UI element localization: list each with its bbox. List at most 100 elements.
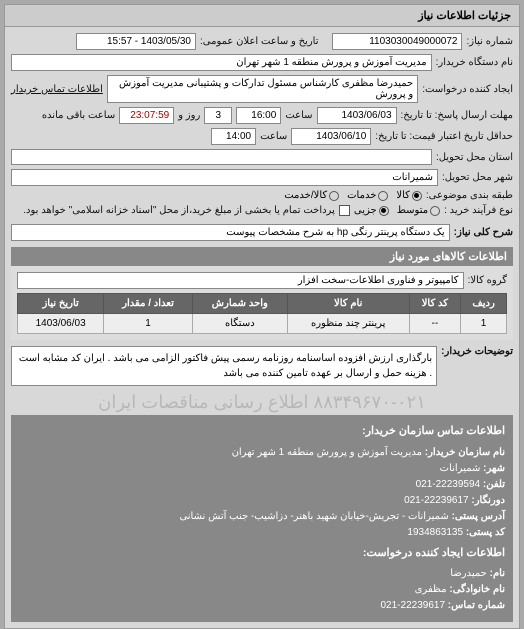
th-code: کد کالا	[409, 294, 461, 314]
table-row[interactable]: 1 -- پرینتر چند منظوره دستگاه 1 1403/06/…	[18, 314, 507, 334]
watermark: ۸۸۳۴۹۶۷۰-۰۲۱ اطلاع رسانی مناقصات ایران	[11, 390, 513, 415]
th-unit: واحد شمارش	[192, 294, 287, 314]
row-validity: حداقل تاریخ اعتبار قیمت: تا تاریخ: 1403/…	[11, 128, 513, 145]
desc-field[interactable]: یک دستگاه پرینتر رنگی hp به شرح مشخصات پ…	[11, 224, 450, 241]
tel-label: تلفن:	[483, 479, 505, 490]
purchase-type-radios: متوسط جزیی	[354, 205, 440, 216]
row-reqno: شماره نیاز: 1103030049000072 تاریخ و ساع…	[11, 33, 513, 50]
panel-title: جزئیات اطلاعات نیاز	[5, 5, 519, 27]
tel-value: 22239594-021	[416, 479, 481, 490]
purchase-note: پرداخت تمام یا بخشی از مبلغ خرید،از محل …	[11, 205, 335, 216]
row-deadline: مهلت ارسال پاسخ: تا تاریخ: 1403/06/03 سا…	[11, 107, 513, 124]
row-group: گروه کالا: کامپیوتر و فناوری اطلاعات-سخت…	[17, 272, 507, 289]
row-notes: توضیحات خریدار: بارگذاری ارزش افزوده اسا…	[11, 346, 513, 386]
purchase-checkbox[interactable]	[339, 205, 350, 216]
row-purchase-type: نوع فرآیند خرید : متوسط جزیی پرداخت تمام…	[11, 205, 513, 216]
radio-goods-services[interactable]: کالا/خدمت	[284, 190, 339, 201]
cell-unit: دستگاه	[192, 314, 287, 334]
packaging-label: طبقه بندی موضوعی:	[426, 190, 513, 201]
province-label: استان محل تحویل:	[436, 152, 513, 163]
notes-field[interactable]: بارگذاری ارزش افزوده اساسنامه روزنامه رس…	[11, 346, 437, 386]
validity-label: حداقل تاریخ اعتبار قیمت: تا تاریخ:	[375, 131, 513, 142]
contact-line-name: نام: حمیدرضا	[19, 566, 505, 582]
contact-heading: اطلاعات تماس سازمان خریدار:	[19, 423, 505, 441]
days-field[interactable]: 3	[204, 107, 232, 124]
contact-line-city: شهر: شمیرانات	[19, 461, 505, 477]
th-name: نام کالا	[287, 294, 409, 314]
deadline-time-field[interactable]: 16:00	[236, 107, 281, 124]
radio-partial-label: جزیی	[354, 205, 377, 216]
validity-date-field[interactable]: 1403/06/10	[291, 128, 371, 145]
name-label: نام:	[490, 568, 505, 579]
contact-line-contact-tel: شماره تماس: 22239617-021	[19, 598, 505, 614]
addr-value: شمیرانات - تجریش-خیابان شهید باهنر- دزاش…	[179, 511, 448, 522]
family-label: نام خانوادگی:	[449, 584, 505, 595]
th-row: ردیف	[461, 294, 507, 314]
contact-city-value: شمیرانات	[440, 463, 481, 474]
row-city: شهر محل تحویل: شمیرانات	[11, 169, 513, 186]
th-date: تاریخ نیاز	[18, 294, 104, 314]
city-label: شهر محل تحویل:	[442, 172, 513, 183]
remain-time-field: 23:07:59	[119, 107, 174, 124]
radio-dot-icon	[412, 191, 422, 201]
reqno-field[interactable]: 1103030049000072	[332, 33, 462, 50]
radio-medium[interactable]: متوسط	[397, 205, 440, 216]
creator-field[interactable]: حمیدرضا مظفری کارشناس مسئول تدارکات و پش…	[107, 75, 418, 103]
radio-goods-label: کالا	[396, 190, 410, 201]
announce-field[interactable]: 1403/05/30 - 15:57	[76, 33, 196, 50]
cell-qty: 1	[104, 314, 193, 334]
addr-label: آدرس پستی:	[452, 511, 505, 522]
contact-tel-value: 22239617-021	[380, 600, 445, 611]
validity-time-field[interactable]: 14:00	[211, 128, 256, 145]
name-value: حمیدرضا	[450, 568, 487, 579]
group-field[interactable]: کامپیوتر و فناوری اطلاعات-سخت افزار	[17, 272, 464, 289]
th-qty: تعداد / مقدار	[104, 294, 193, 314]
contact-line-family: نام خانوادگی: مظفری	[19, 582, 505, 598]
radio-services-label: خدمات	[347, 190, 376, 201]
dept-field[interactable]: مدیریت آموزش و پرورش منطقه 1 شهر تهران	[11, 54, 432, 71]
radio-dot-icon	[430, 206, 440, 216]
radio-goods[interactable]: کالا	[396, 190, 422, 201]
radio-dot-icon	[329, 191, 339, 201]
org-value: مدیریت آموزش و پرورش منطقه 1 شهر تهران	[232, 447, 422, 458]
contact-line-postal: کد پستی: 1934863135	[19, 525, 505, 541]
desc-label: شرح کلی نیاز:	[454, 227, 513, 238]
packaging-radios: کالا خدمات کالا/خدمت	[284, 190, 422, 201]
main-panel: جزئیات اطلاعات نیاز شماره نیاز: 11030300…	[4, 4, 520, 629]
cell-date: 1403/06/03	[18, 314, 104, 334]
radio-services[interactable]: خدمات	[347, 190, 388, 201]
fax-label: دورنگار:	[471, 495, 505, 506]
city-field[interactable]: شمیرانات	[11, 169, 438, 186]
days-label: روز و	[178, 110, 200, 121]
deadline-date-field[interactable]: 1403/06/03	[317, 107, 397, 124]
contact-line-tel: تلفن: 22239594-021	[19, 477, 505, 493]
remain-label: ساعت باقی مانده	[42, 110, 115, 121]
dept-label: نام دستگاه خریدار:	[436, 57, 513, 68]
province-field[interactable]	[11, 149, 432, 165]
purchase-type-label: نوع فرآیند خرید :	[444, 205, 513, 216]
goods-section-title: اطلاعات کالاهای مورد نیاز	[11, 247, 513, 266]
group-label: گروه کالا:	[468, 275, 507, 286]
cell-name: پرینتر چند منظوره	[287, 314, 409, 334]
postal-label: کد پستی:	[466, 527, 505, 538]
radio-partial[interactable]: جزیی	[354, 205, 389, 216]
fax-value: 22239617-021	[404, 495, 469, 506]
row-creator: ایجاد کننده درخواست: حمیدرضا مظفری کارشن…	[11, 75, 513, 103]
contact-block: اطلاعات تماس سازمان خریدار: نام سازمان خ…	[11, 415, 513, 622]
contact-line-addr: آدرس پستی: شمیرانات - تجریش-خیابان شهید …	[19, 509, 505, 525]
table-header-row: ردیف کد کالا نام کالا واحد شمارش تعداد /…	[18, 294, 507, 314]
goods-table: ردیف کد کالا نام کالا واحد شمارش تعداد /…	[17, 293, 507, 334]
deadline-label: مهلت ارسال پاسخ: تا تاریخ:	[401, 110, 513, 121]
buyer-contact-link[interactable]: اطلاعات تماس خریدار	[11, 84, 103, 95]
row-dept: نام دستگاه خریدار: مدیریت آموزش و پرورش …	[11, 54, 513, 71]
radio-goods-services-label: کالا/خدمت	[284, 190, 327, 201]
time-label-2: ساعت	[260, 131, 287, 142]
goods-section-body: گروه کالا: کامپیوتر و فناوری اطلاعات-سخت…	[11, 266, 513, 340]
announce-label: تاریخ و ساعت اعلان عمومی:	[200, 36, 319, 47]
family-value: مظفری	[415, 584, 447, 595]
row-desc: شرح کلی نیاز: یک دستگاه پرینتر رنگی hp ب…	[11, 224, 513, 241]
panel-body: شماره نیاز: 1103030049000072 تاریخ و ساع…	[5, 27, 519, 628]
cell-code: --	[409, 314, 461, 334]
req-creator-heading: اطلاعات ایجاد کننده درخواست:	[19, 545, 505, 563]
time-label-1: ساعت	[285, 110, 312, 121]
